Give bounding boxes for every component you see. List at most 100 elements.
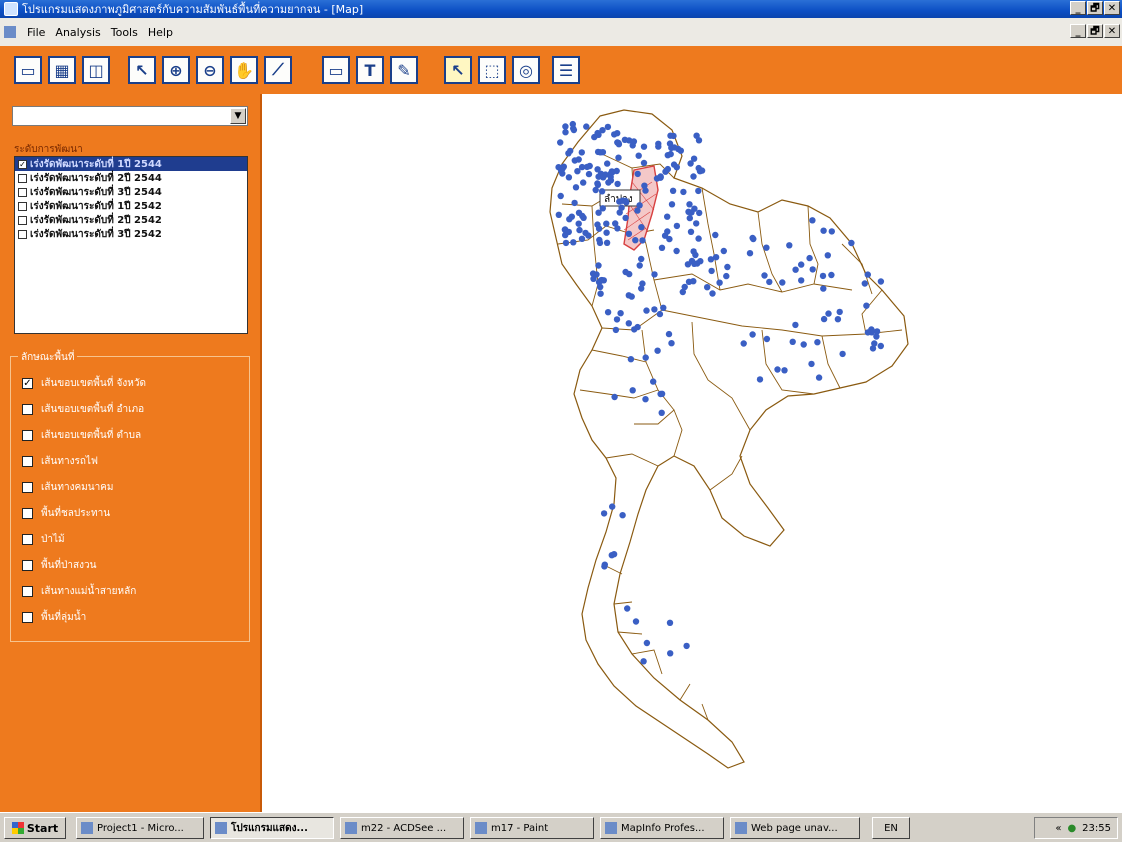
chevron-left-icon[interactable]: « xyxy=(1055,823,1061,834)
data-point xyxy=(585,170,593,178)
zoom-out-icon[interactable]: ⊖ xyxy=(196,56,224,84)
data-point xyxy=(746,250,754,257)
checkbox[interactable] xyxy=(22,508,33,519)
layer-row[interactable]: พื้นที่ลุ่มน้ำ xyxy=(22,610,86,625)
data-point xyxy=(615,141,623,148)
checkbox[interactable] xyxy=(18,215,27,225)
province-combo[interactable]: ▼ xyxy=(12,106,248,126)
data-point xyxy=(625,230,633,237)
minimize-button[interactable]: _ xyxy=(1070,1,1086,15)
data-point xyxy=(618,204,625,211)
data-point xyxy=(815,374,823,381)
taskbar-item[interactable]: Web page unav... xyxy=(730,817,860,839)
layer-row[interactable]: เส้นทางแม่น้ำสายหลัก xyxy=(22,584,136,599)
layer-row[interactable]: เส้นขอบเขตพื้นที่ อำเภอ xyxy=(22,402,144,417)
data-point xyxy=(687,228,695,235)
taskbar-item[interactable]: MapInfo Profes... xyxy=(600,817,724,839)
list-item-label: เร่งรัดพัฒนาระดับที่ 2ปี 2542 xyxy=(30,214,162,226)
layer-control-icon[interactable]: ☰ xyxy=(552,56,580,84)
data-point xyxy=(848,239,855,247)
sidebar: ▼ ระดับการพัฒนา ✓ เร่งรัดพัฒนาระดับที่ 1ป… xyxy=(0,94,262,812)
layer-row[interactable]: พื้นที่ป่าสงวน xyxy=(22,558,96,573)
layer-row[interactable]: เส้นทางคมนาคม xyxy=(22,480,113,495)
mdi-restore-button[interactable]: 🗗 xyxy=(1087,24,1103,38)
language-indicator[interactable]: EN xyxy=(872,817,910,839)
checkbox[interactable] xyxy=(22,612,33,623)
radius-select-icon[interactable]: ◎ xyxy=(512,56,540,84)
layer-row[interactable]: ป่าไม้ xyxy=(22,532,65,547)
data-point xyxy=(666,619,674,626)
info-select-icon[interactable]: ↖ xyxy=(444,56,472,84)
checkbox[interactable] xyxy=(22,404,33,415)
checkbox[interactable] xyxy=(18,173,27,183)
checkbox[interactable] xyxy=(22,560,33,571)
area-label: ลักษณะพื้นที่ xyxy=(18,350,78,365)
list-item[interactable]: เร่งรัดพัฒนาระดับที่ 2ปี 2542 xyxy=(15,213,247,227)
layer-row[interactable]: เส้นทางรถไฟ xyxy=(22,454,98,469)
layer-row[interactable]: พื้นที่ชลประทาน xyxy=(22,506,110,521)
thailand-map[interactable]: ลำปาง xyxy=(262,94,1122,812)
table-icon[interactable]: ▦ xyxy=(48,56,76,84)
layers-open-icon[interactable]: ◫ xyxy=(82,56,110,84)
menu-help[interactable]: Help xyxy=(143,26,178,39)
app-icon xyxy=(345,822,357,834)
zoom-in-icon[interactable]: ⊕ xyxy=(162,56,190,84)
checkbox[interactable]: ✓ xyxy=(22,378,33,389)
ruler-icon[interactable]: ⟋ xyxy=(264,56,292,84)
menu-analysis[interactable]: Analysis xyxy=(50,26,105,39)
list-item[interactable]: เร่งรัดพัฒนาระดับที่ 2ปี 2544 xyxy=(15,171,247,185)
checkbox[interactable] xyxy=(22,456,33,467)
pin-icon[interactable]: ✎ xyxy=(390,56,418,84)
document-icon[interactable] xyxy=(4,26,16,38)
mdi-close-button[interactable]: ✕ xyxy=(1104,24,1120,38)
checkbox[interactable] xyxy=(22,534,33,545)
data-point xyxy=(600,510,608,517)
data-point xyxy=(677,147,684,154)
taskbar-item[interactable]: Project1 - Micro... xyxy=(76,817,204,839)
menu-tools[interactable]: Tools xyxy=(106,26,143,39)
map-view[interactable]: ลำปาง xyxy=(262,94,1122,812)
close-button[interactable]: ✕ xyxy=(1104,1,1120,15)
checkbox[interactable] xyxy=(22,430,33,441)
data-point xyxy=(798,277,805,284)
list-item[interactable]: ✓ เร่งรัดพัฒนาระดับที่ 1ปี 2544 xyxy=(15,157,247,171)
data-point xyxy=(639,237,646,244)
data-point xyxy=(688,209,695,216)
pan-hand-icon[interactable]: ✋ xyxy=(230,56,258,84)
restore-button[interactable]: 🗗 xyxy=(1087,1,1103,15)
taskbar-item[interactable]: โปรแกรมแสดง... xyxy=(210,817,334,839)
title-bar: โปรแกรมแสดงภาพภูมิศาสตร์กับความสัมพันธ์พ… xyxy=(0,0,1122,18)
start-label: Start xyxy=(26,821,59,835)
data-point xyxy=(693,220,700,227)
label-icon[interactable]: ▭ xyxy=(322,56,350,84)
checkbox[interactable] xyxy=(22,482,33,493)
taskbar-item[interactable]: m22 - ACDSee ... xyxy=(340,817,464,839)
data-point xyxy=(607,177,615,184)
chevron-down-icon[interactable]: ▼ xyxy=(230,108,246,124)
network-icon[interactable]: ● xyxy=(1067,823,1076,834)
data-point xyxy=(583,123,590,130)
text-icon[interactable]: T xyxy=(356,56,384,84)
start-button[interactable]: Start xyxy=(4,817,66,839)
select-arrow-icon[interactable]: ↖ xyxy=(128,56,156,84)
open-icon[interactable]: ▭ xyxy=(14,56,42,84)
list-item[interactable]: เร่งรัดพัฒนาระดับที่ 3ปี 2542 xyxy=(15,227,247,241)
dev-level-list[interactable]: ✓ เร่งรัดพัฒนาระดับที่ 1ปี 2544 เร่งรัดพั… xyxy=(14,156,248,334)
layer-row[interactable]: ✓ เส้นขอบเขตพื้นที่ จังหวัด xyxy=(22,376,146,391)
clock: 23:55 xyxy=(1082,822,1111,834)
list-item[interactable]: เร่งรัดพัฒนาระดับที่ 3ปี 2544 xyxy=(15,185,247,199)
taskbar-item[interactable]: m17 - Paint xyxy=(470,817,594,839)
checkbox[interactable] xyxy=(18,201,27,211)
menu-file[interactable]: File xyxy=(22,26,50,39)
checkbox[interactable]: ✓ xyxy=(18,159,27,169)
checkbox[interactable] xyxy=(18,187,27,197)
rect-select-icon[interactable]: ⬚ xyxy=(478,56,506,84)
data-point xyxy=(595,262,602,269)
mdi-minimize-button[interactable]: _ xyxy=(1070,24,1086,38)
list-item[interactable]: เร่งรัดพัฒนาระดับที่ 1ปี 2542 xyxy=(15,199,247,213)
data-point xyxy=(636,262,643,269)
checkbox[interactable] xyxy=(22,586,33,597)
layer-row[interactable]: เส้นขอบเขตพื้นที่ ตำบล xyxy=(22,428,141,443)
checkbox[interactable] xyxy=(18,229,27,239)
data-point xyxy=(763,244,770,251)
